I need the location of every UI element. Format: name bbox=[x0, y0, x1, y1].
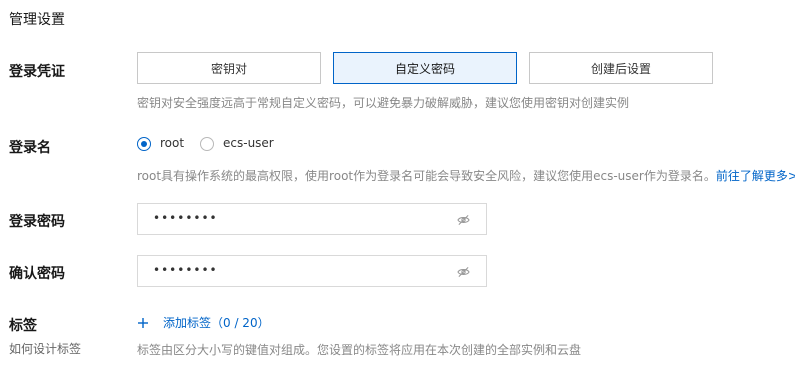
tags-design-link[interactable]: 如何设计标签 bbox=[9, 340, 81, 357]
credential-set-later-button[interactable]: 创建后设置 bbox=[529, 52, 713, 84]
eye-off-icon[interactable] bbox=[457, 214, 470, 226]
login-credential-label: 登录凭证 bbox=[9, 64, 65, 80]
login-name-hint: root具有操作系统的最高权限，使用root作为登录名可能会导致安全风险，建议您… bbox=[137, 167, 795, 184]
tags-label: 标签 bbox=[9, 318, 37, 334]
confirm-password-input[interactable]: •••••••• bbox=[137, 255, 487, 287]
radio-ecs-user[interactable] bbox=[200, 137, 214, 151]
tags-hint: 标签由区分大小写的键值对组成。您设置的标签将应用在本次创建的全部实例和云盘 bbox=[137, 343, 582, 357]
add-tag-label: 添加标签（0 / 20） bbox=[163, 316, 270, 330]
login-name-label: 登录名 bbox=[9, 140, 51, 156]
password-value: •••••••• bbox=[153, 211, 218, 225]
plus-icon bbox=[138, 317, 148, 328]
password-input[interactable]: •••••••• bbox=[137, 203, 487, 235]
password-label: 登录密码 bbox=[9, 214, 65, 230]
radio-root[interactable] bbox=[137, 137, 151, 151]
credential-keypair-button[interactable]: 密钥对 bbox=[137, 52, 321, 84]
radio-root-label[interactable]: root bbox=[160, 136, 184, 150]
section-title: 管理设置 bbox=[9, 12, 65, 28]
confirm-password-value: •••••••• bbox=[153, 263, 218, 277]
credential-hint: 密钥对安全强度远高于常规自定义密码，可以避免暴力破解威胁，建议您使用密钥对创建实… bbox=[137, 96, 630, 110]
credential-custom-password-button[interactable]: 自定义密码 bbox=[333, 52, 517, 84]
learn-more-link[interactable]: 前往了解更多> bbox=[716, 169, 795, 183]
login-name-hint-text: root具有操作系统的最高权限，使用root作为登录名可能会导致安全风险，建议您… bbox=[137, 169, 716, 183]
confirm-password-label: 确认密码 bbox=[9, 266, 65, 282]
add-tag-button[interactable]: 添加标签（0 / 20） bbox=[137, 314, 270, 331]
eye-off-icon[interactable] bbox=[457, 266, 470, 278]
radio-ecs-user-label[interactable]: ecs-user bbox=[223, 136, 274, 150]
